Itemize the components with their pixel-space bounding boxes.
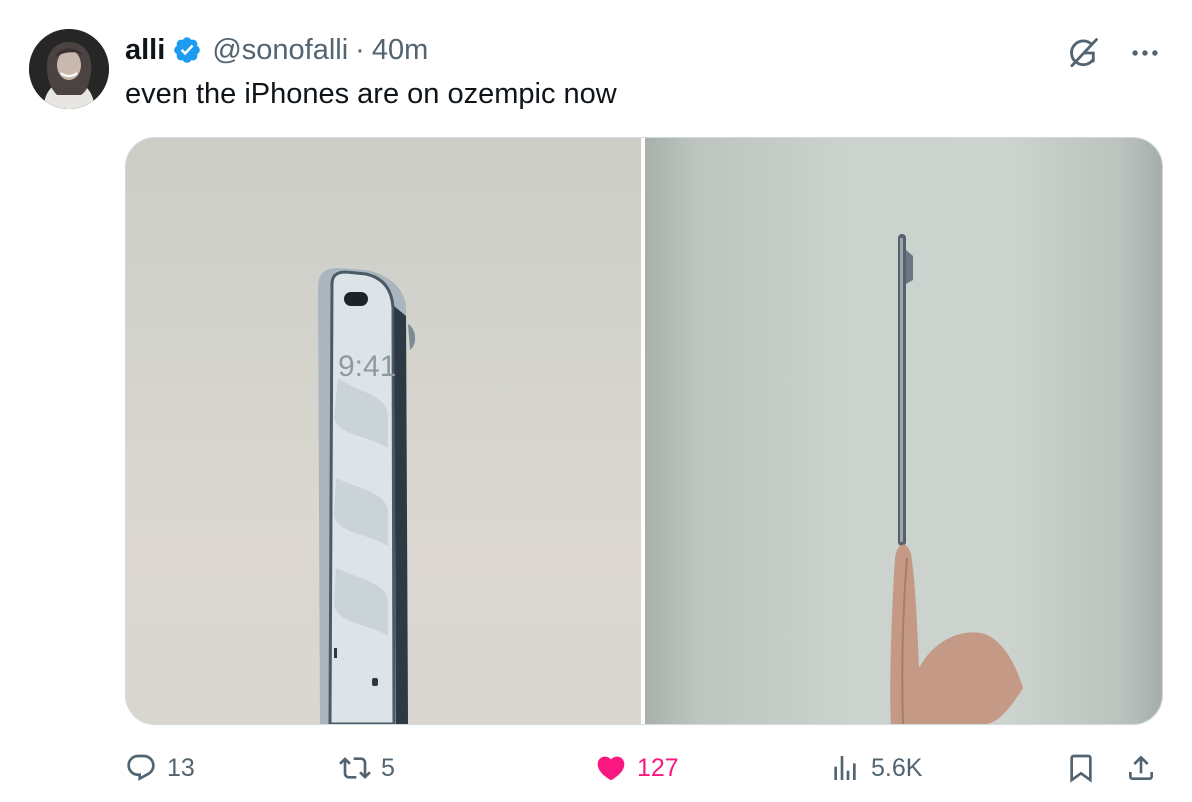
- media-photo-right[interactable]: [645, 138, 1162, 724]
- tweet-header: alli @sonofalli · 40m: [125, 30, 428, 70]
- bookmark-button[interactable]: [1065, 746, 1107, 790]
- share-button[interactable]: [1125, 746, 1167, 790]
- more-options-icon[interactable]: [1128, 36, 1162, 70]
- thin-phone-side-image: [890, 234, 1023, 724]
- like-button[interactable]: 127: [595, 746, 679, 790]
- grok-icon[interactable]: [1064, 34, 1102, 72]
- heart-icon: [597, 756, 625, 781]
- avatar[interactable]: [29, 29, 109, 109]
- media-photo-left[interactable]: 9:41: [126, 138, 641, 724]
- thin-phone-front-image: 9:41: [318, 268, 416, 724]
- views-icon: [834, 756, 856, 780]
- views-button[interactable]: 5.6K: [829, 746, 922, 790]
- views-count: 5.6K: [871, 753, 923, 782]
- tweet-actions: 13 5 127 5.6K: [125, 746, 1161, 790]
- reply-count: 13: [167, 753, 195, 782]
- tweet-timestamp[interactable]: 40m: [372, 34, 428, 67]
- verified-badge-icon[interactable]: [172, 35, 202, 65]
- share-icon: [1129, 755, 1153, 780]
- tweet-top-actions: [1064, 34, 1162, 72]
- reply-icon: [127, 754, 155, 781]
- repost-icon: [339, 757, 371, 779]
- phone-screen-time: 9:41: [338, 350, 396, 383]
- repost-count: 5: [381, 753, 395, 782]
- display-name[interactable]: alli: [125, 34, 165, 67]
- avatar-photo: [29, 29, 109, 109]
- tweet-text: even the iPhones are on ozempic now: [125, 78, 617, 110]
- repost-button[interactable]: 5: [339, 746, 395, 790]
- like-count: 127: [637, 753, 679, 782]
- tweet-media: 9:41: [125, 137, 1163, 725]
- reply-button[interactable]: 13: [125, 746, 195, 790]
- author-handle[interactable]: @sonofalli: [212, 34, 348, 67]
- header-separator: ·: [355, 33, 365, 66]
- bookmark-icon: [1070, 754, 1092, 783]
